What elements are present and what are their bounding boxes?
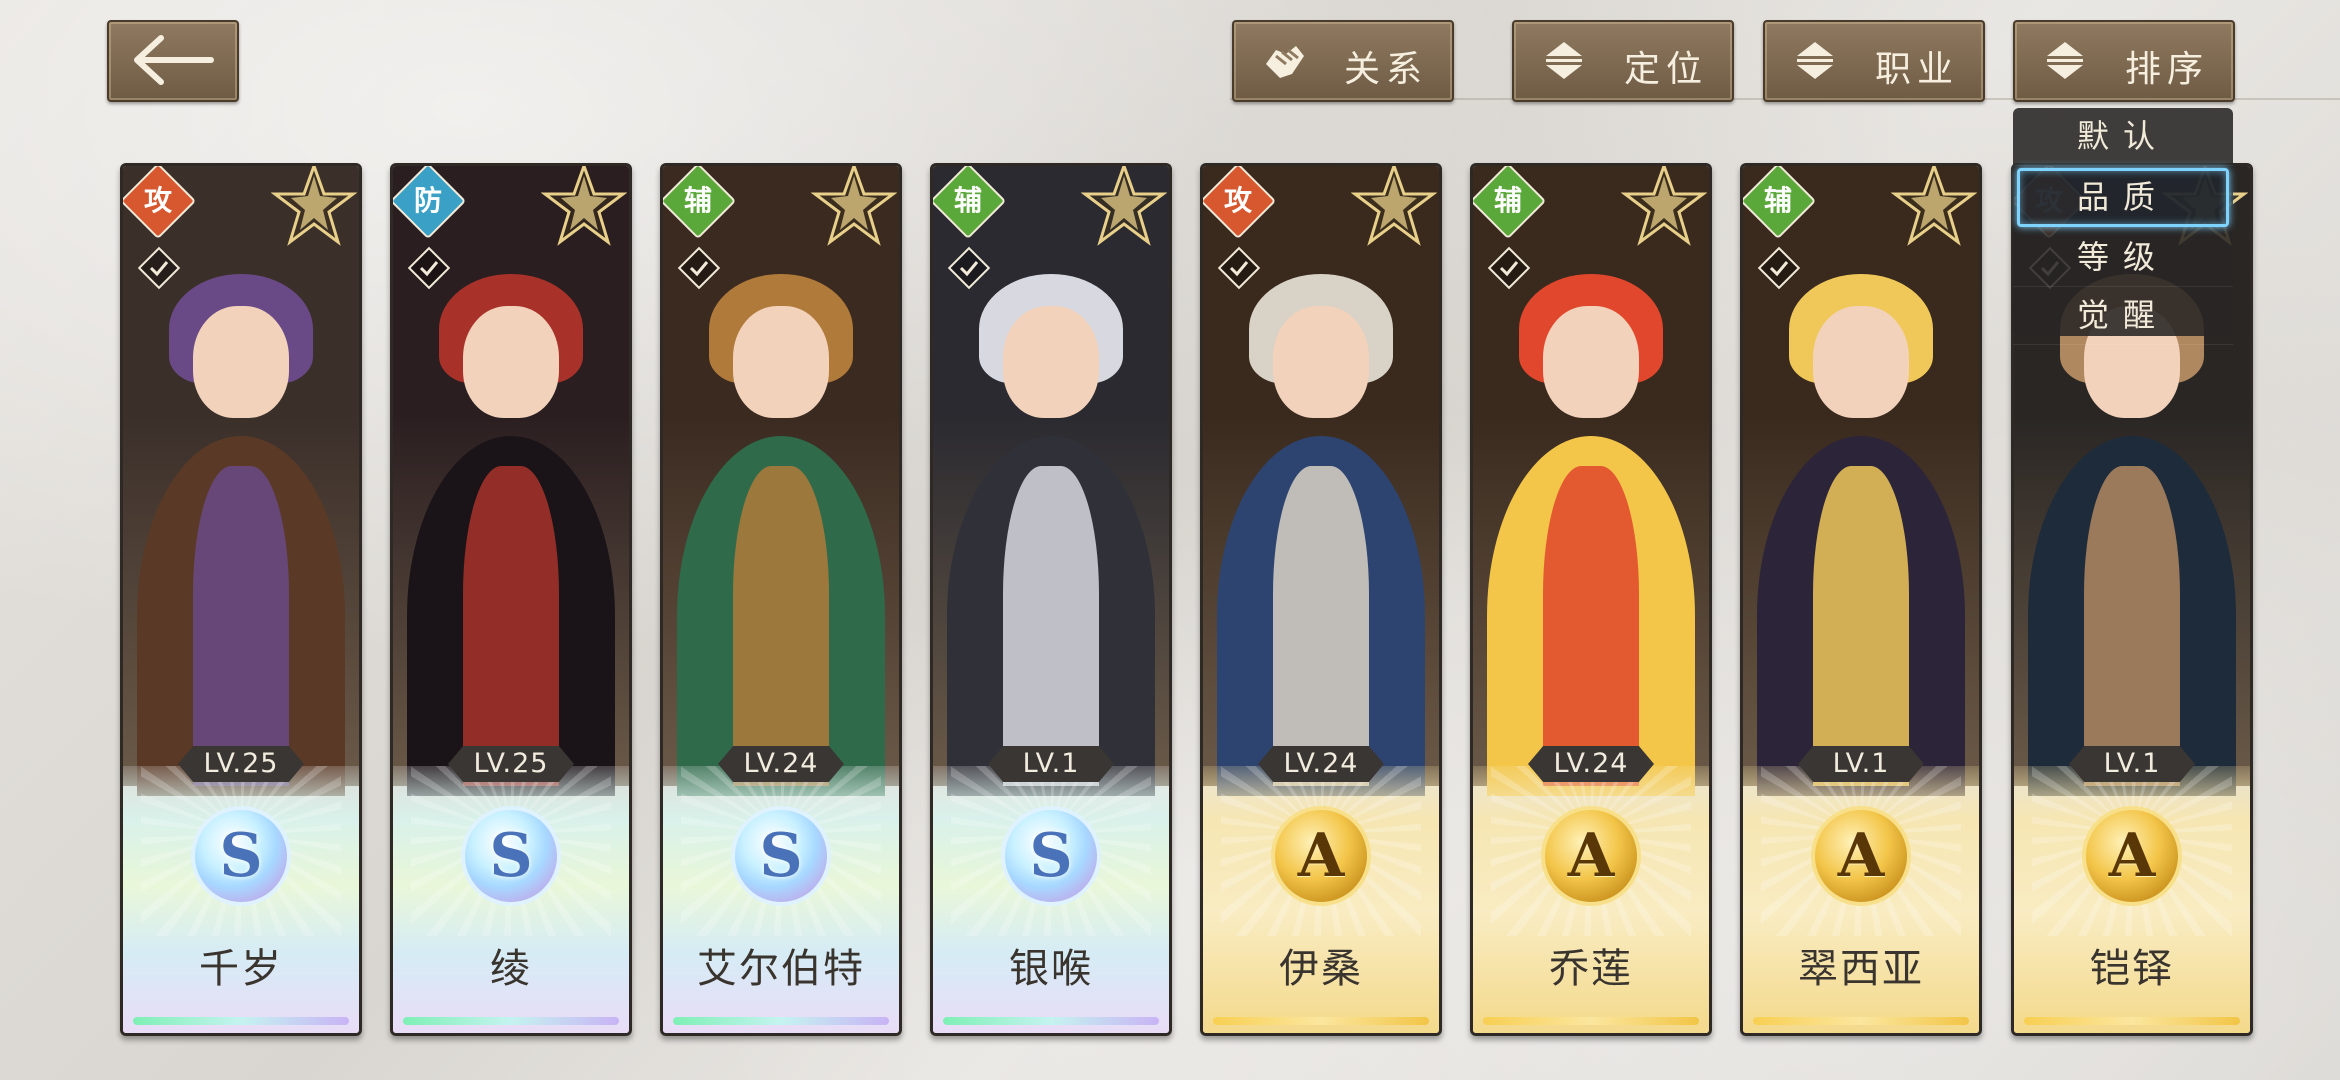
grade-medal: S [461,806,561,906]
role-text: 攻 [1223,184,1252,217]
grade-medal: S [191,806,291,906]
character-card[interactable]: 辅 LV.24 A 乔莲 [1470,163,1712,1036]
position-label: 定位 [1623,49,1708,90]
class-icon [137,246,181,290]
character-name: 银喉 [1009,946,1093,992]
arrow-left-icon [134,35,214,85]
character-name: 千岁 [199,946,283,992]
level-badge: LV.1 [2069,746,2195,782]
class-icon [1217,246,1261,290]
level-badge: LV.24 [718,746,844,782]
class-icon [1757,246,1801,290]
sort-option[interactable]: 品质 [2017,168,2229,227]
card-bottom-bar [673,1017,889,1025]
card-bottom-bar [1753,1017,1969,1025]
job-filter-button[interactable]: 职业 [1763,20,1985,102]
sort-option[interactable]: 等级 [2013,229,2233,287]
character-name: 伊桑 [1279,946,1363,992]
star-rank-icon [541,166,627,246]
sort-option[interactable]: 觉醒 [2013,287,2233,345]
sort-updown-icon [1797,42,1833,79]
star-rank-icon [1351,166,1437,246]
sort-option[interactable]: 默认 [2013,108,2233,166]
level-badge: LV.24 [1528,746,1654,782]
relation-button[interactable]: 关系 [1232,20,1454,102]
character-card[interactable]: 攻 LV.25 S 千岁 [120,163,362,1036]
card-bottom-bar [1213,1017,1429,1025]
sort-button[interactable]: 排序 [2013,20,2235,102]
character-name: 铠铎 [2090,946,2174,992]
role-text: 攻 [143,184,172,217]
character-card[interactable]: 辅 LV.24 S 艾尔伯特 [660,163,902,1036]
position-filter-button[interactable]: 定位 [1512,20,1734,102]
grade-medal: A [1271,806,1371,906]
role-text: 辅 [1493,184,1522,217]
class-icon [1487,246,1531,290]
card-bottom-bar [943,1017,1159,1025]
star-rank-icon [811,166,897,246]
class-icon [407,246,451,290]
job-label: 职业 [1874,49,1959,90]
card-bottom-bar [2024,1017,2240,1025]
card-bottom-bar [403,1017,619,1025]
grade-medal: S [1001,806,1101,906]
grade-medal: A [1811,806,1911,906]
role-text: 辅 [1763,184,1792,217]
level-badge: LV.1 [1798,746,1924,782]
level-badge: LV.25 [178,746,304,782]
sort-dropdown-menu: 默认 品质 等级 觉醒 [2013,108,2233,345]
card-bottom-bar [1483,1017,1699,1025]
character-card[interactable]: 防 LV.25 S 绫 [390,163,632,1036]
star-rank-icon [1081,166,1167,246]
sort-updown-icon [1546,42,1582,79]
character-card[interactable]: 攻 LV.24 A 伊桑 [1200,163,1442,1036]
level-badge: LV.25 [448,746,574,782]
star-rank-icon [271,166,357,246]
character-name: 乔莲 [1549,946,1633,992]
level-badge: LV.24 [1258,746,1384,782]
grade-medal: A [1541,806,1641,906]
character-card[interactable]: 辅 LV.1 S 银喉 [930,163,1172,1036]
role-text: 辅 [953,184,982,217]
level-badge: LV.1 [988,746,1114,782]
grade-medal: A [2082,806,2182,906]
back-button[interactable] [107,20,239,102]
role-text: 辅 [683,184,712,217]
character-name: 艾尔伯特 [697,946,865,992]
handshake-icon [1266,46,1304,78]
class-icon [677,246,721,290]
star-rank-icon [1891,166,1977,246]
character-name: 翠西亚 [1798,946,1924,992]
role-text: 防 [413,184,442,217]
relation-label: 关系 [1343,49,1428,90]
character-card[interactable]: 辅 LV.1 A 翠西亚 [1740,163,1982,1036]
star-rank-icon [1621,166,1707,246]
class-icon [947,246,991,290]
character-name: 绫 [490,946,532,992]
sort-updown-icon [2047,42,2083,79]
grade-medal: S [731,806,831,906]
sort-label: 排序 [2124,49,2209,90]
card-bottom-bar [133,1017,349,1025]
